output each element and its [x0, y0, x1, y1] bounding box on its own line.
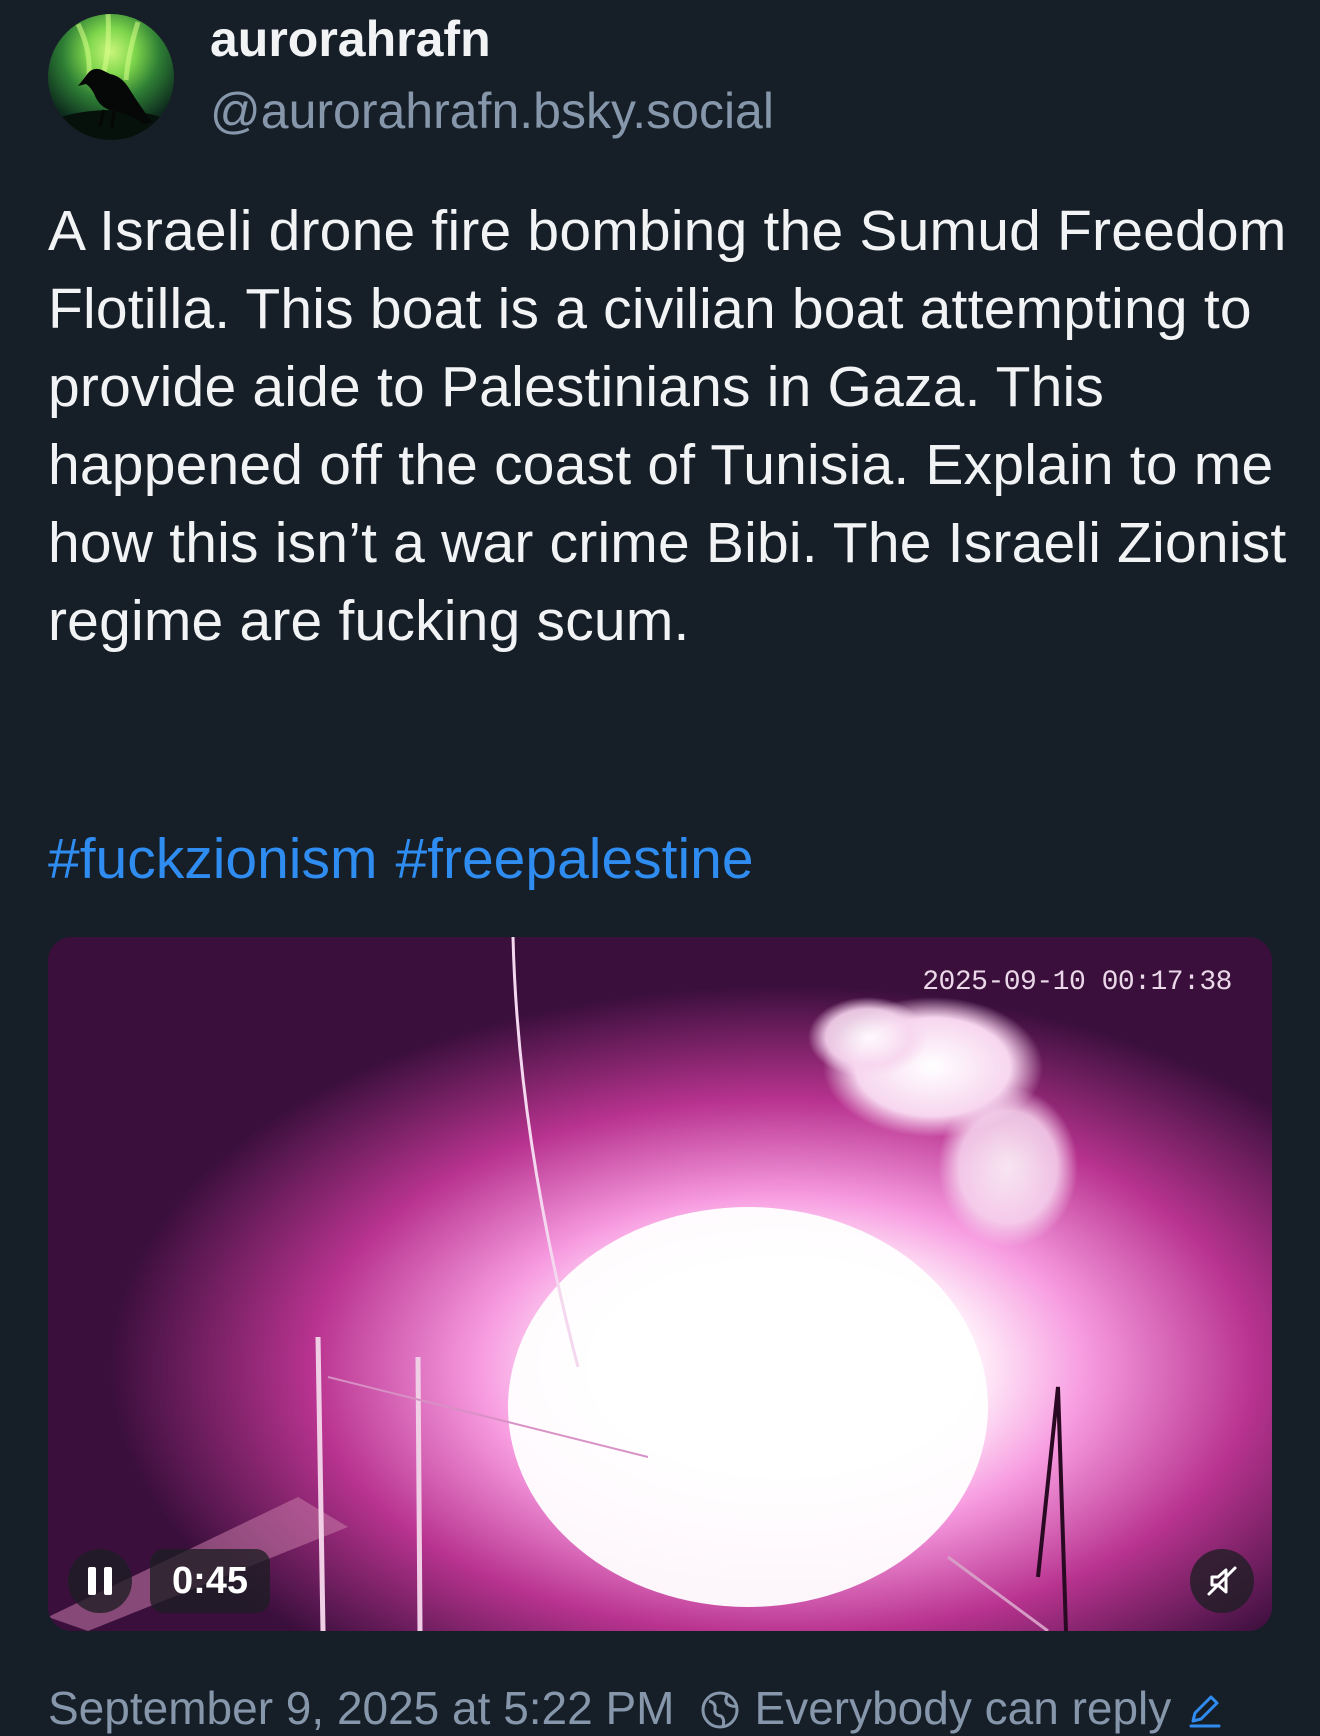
mute-toggle-button[interactable]	[1190, 1549, 1254, 1613]
speaker-muted-icon	[1207, 1566, 1237, 1596]
hashtag-link[interactable]: #fuckzionism	[48, 827, 377, 891]
video-controls: 0:45	[68, 1549, 271, 1613]
post: aurorahrafn @aurorahrafn.bsky.social A I…	[0, 0, 1320, 1736]
author-display-name[interactable]: aurorahrafn	[210, 9, 774, 69]
pause-icon	[104, 1567, 112, 1595]
pause-icon	[88, 1567, 96, 1595]
post-text: A Israeli drone fire bombing the Sumud F…	[48, 199, 1287, 653]
video-timestamp-overlay: 2025-09-10 00:17:38	[922, 967, 1232, 998]
globe-icon	[701, 1691, 739, 1729]
pencil-icon	[1189, 1695, 1221, 1728]
author-handle[interactable]: @aurorahrafn.bsky.social	[210, 81, 774, 141]
hashtag-link[interactable]: #freepalestine	[395, 827, 753, 891]
video-player[interactable]: 2025-09-10 00:17:38 0:45	[48, 937, 1272, 1631]
author-names: aurorahrafn @aurorahrafn.bsky.social	[210, 11, 774, 141]
video-time-remaining: 0:45	[150, 1549, 271, 1613]
reply-setting-label: Everybody can reply	[754, 1682, 1172, 1734]
post-timestamp: September 9, 2025 at 5:22 PM	[48, 1682, 675, 1734]
post-footer: September 9, 2025 at 5:22 PM Everybody c…	[48, 1680, 1288, 1736]
pause-button[interactable]	[68, 1549, 132, 1613]
post-header: aurorahrafn @aurorahrafn.bsky.social	[48, 11, 774, 141]
reply-setting-button[interactable]: Everybody can reply	[699, 1681, 1224, 1735]
video-frame	[48, 937, 1272, 1631]
raven-aurora-avatar-icon	[48, 14, 174, 140]
hashtags: #fuckzionism #freepalestine	[48, 820, 772, 898]
avatar[interactable]	[48, 14, 174, 140]
